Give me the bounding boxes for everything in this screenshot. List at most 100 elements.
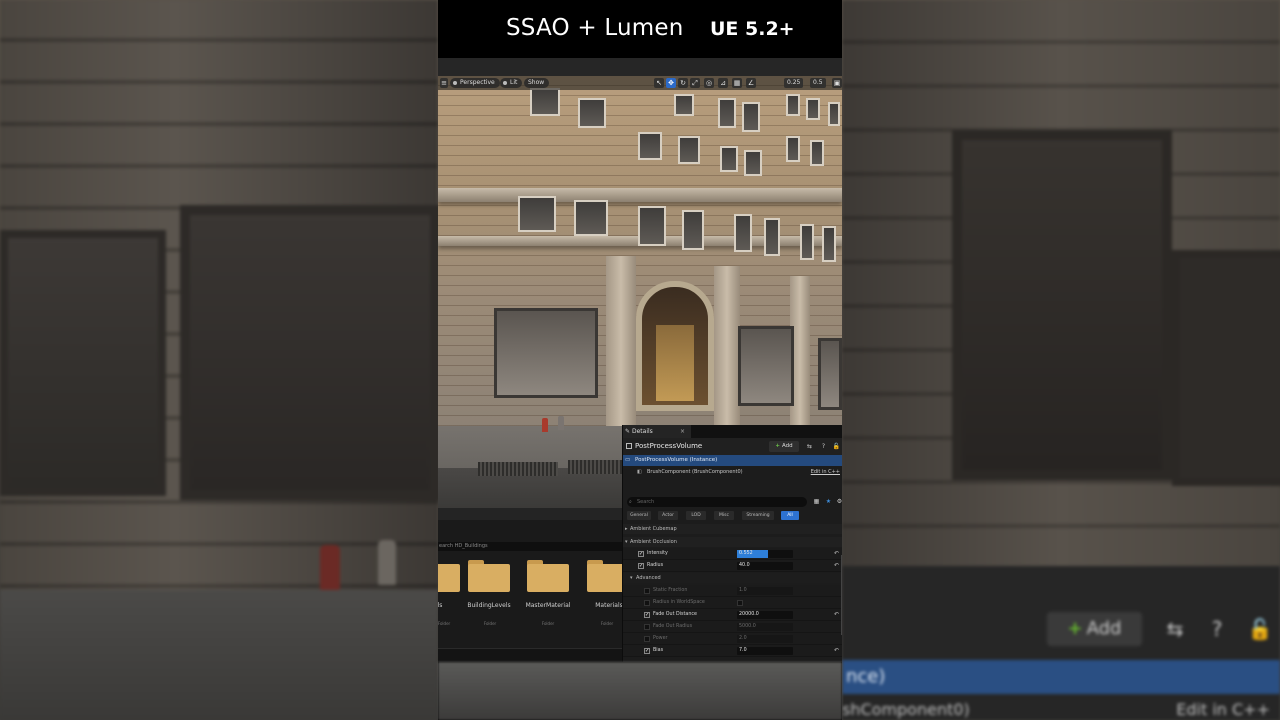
folder-icon[interactable] — [527, 560, 569, 594]
window — [764, 218, 780, 256]
translate-tool-icon[interactable]: ✥ — [666, 78, 676, 88]
instance-row[interactable]: ▭ PostProcessVolume (Instance) — [623, 455, 842, 466]
power-checkbox[interactable] — [644, 636, 650, 642]
fade-out-distance-checkbox[interactable]: ✓ — [644, 612, 650, 618]
tab-details[interactable]: ✎ Details × — [623, 425, 691, 438]
radius-field[interactable]: 40.0 — [737, 562, 793, 570]
intensity-override-checkbox[interactable]: ✓ — [638, 551, 644, 557]
details-scrollbar[interactable] — [841, 555, 842, 635]
fade-out-radius-field[interactable]: 5000.0 — [737, 623, 793, 631]
radius-worldspace-override-checkbox[interactable] — [644, 600, 650, 606]
world-local-icon[interactable]: ◎ — [704, 78, 714, 88]
bias-checkbox[interactable]: ✓ — [644, 648, 650, 654]
reset-arrow-icon[interactable]: ↶ — [834, 560, 839, 572]
window — [806, 98, 820, 120]
blurred-window — [1172, 250, 1280, 486]
property-fade-out-radius: Fade Out Radius 5000.0 — [623, 621, 842, 633]
filter-general[interactable]: General — [627, 511, 651, 520]
category-ambient-cubemap[interactable]: ▸ Ambient Cubemap — [623, 524, 842, 534]
radius-worldspace-checkbox[interactable] — [737, 600, 743, 606]
lock-icon[interactable]: 🔓 — [832, 441, 841, 452]
static-fraction-field[interactable]: 1.0 — [737, 587, 793, 595]
sidewalk-grate — [568, 460, 628, 474]
overlay-version: UE 5.2+ — [710, 18, 795, 40]
filter-streaming[interactable]: Streaming — [742, 511, 774, 520]
category-ambient-occlusion[interactable]: ▾ Ambient Occlusion — [623, 537, 842, 547]
chevron-down-icon: ▾ — [630, 575, 633, 581]
grid-snap-icon[interactable]: ▦ — [732, 78, 742, 88]
show-button[interactable]: Show — [524, 78, 550, 88]
sidewalk-grate — [478, 462, 558, 476]
window — [638, 206, 666, 246]
folder-type: Folder — [483, 621, 497, 626]
power-field[interactable]: 2.0 — [737, 635, 793, 643]
component-row[interactable]: ◧ BrushComponent (BrushComponent0) Edit … — [623, 467, 842, 477]
details-panel: ✎ Details × PostProcessVolume + Add ⇆ ? … — [622, 425, 842, 662]
perspective-icon — [453, 81, 457, 85]
reset-arrow-icon[interactable]: ↶ — [834, 548, 839, 560]
window — [638, 132, 662, 160]
folder-name: MasterMaterial — [525, 602, 571, 609]
stone-pillar — [606, 256, 636, 426]
filter-actor[interactable]: Actor — [658, 511, 678, 520]
settings-gear-icon[interactable]: ⚙ — [835, 497, 842, 507]
fade-out-radius-checkbox[interactable] — [644, 624, 650, 630]
blurred-left-scene — [0, 0, 440, 720]
camera-speed-icon[interactable]: ▣ — [832, 78, 842, 88]
static-fraction-checkbox[interactable] — [644, 588, 650, 594]
actor-name[interactable]: PostProcessVolume — [635, 438, 702, 455]
lit-button[interactable]: Lit — [500, 78, 523, 88]
scale-tool-icon[interactable]: ⤢ — [690, 78, 700, 88]
intensity-field[interactable]: 0.552 — [737, 550, 793, 558]
entrance-arch — [636, 281, 714, 411]
viewport-options-icon[interactable]: ≡ — [440, 78, 448, 88]
details-header: PostProcessVolume + Add ⇆ ? 🔓 — [623, 438, 842, 455]
window — [674, 94, 694, 116]
rotation-snap-icon[interactable]: ∠ — [746, 78, 756, 88]
add-component-button[interactable]: + Add — [769, 441, 799, 452]
blurred-hydrant — [320, 545, 340, 590]
folder-icon[interactable] — [438, 560, 460, 594]
filter-misc[interactable]: Misc — [714, 511, 734, 520]
fire-hydrant — [542, 418, 548, 432]
favorites-star-icon[interactable]: ★ — [824, 497, 833, 507]
help-icon[interactable]: ? — [819, 441, 828, 452]
blurred-instance-row: nce) — [842, 660, 1280, 694]
folder-type: Folder — [541, 621, 555, 626]
select-tool-icon[interactable]: ↖ — [654, 78, 664, 88]
window — [720, 146, 738, 172]
close-icon[interactable]: × — [680, 425, 685, 438]
blueprint-icon[interactable]: ⇆ — [805, 441, 814, 452]
window — [800, 224, 814, 260]
edit-in-cpp-link[interactable]: Edit in C++ — [811, 467, 840, 477]
details-search-row: ⌕ Search ▦ ★ ⚙ — [623, 497, 842, 507]
content-search-input[interactable]: earch HD_Buildings — [438, 542, 622, 551]
surface-snap-icon[interactable]: ⊿ — [718, 78, 728, 88]
perspective-button[interactable]: Perspective — [450, 78, 500, 88]
property-static-fraction: Static Fraction 1.0 — [623, 585, 842, 597]
view-options-icon[interactable]: ▦ — [812, 497, 821, 507]
category-advanced[interactable]: ▾ Advanced — [623, 573, 842, 583]
rotate-tool-icon[interactable]: ↻ — [678, 78, 688, 88]
rotation-snap-value[interactable]: 0.5 — [810, 78, 826, 88]
blurred-window — [952, 130, 1172, 480]
window — [742, 102, 760, 132]
content-browser-toolbar — [438, 508, 622, 520]
window — [574, 200, 608, 236]
actor-icon — [626, 443, 632, 449]
reset-arrow-icon[interactable]: ↶ — [834, 645, 839, 657]
fade-out-distance-field[interactable]: 20000.0 — [737, 611, 793, 619]
viewport-toolbar: ≡ Perspective Lit Show ↖ ✥ ↻ ⤢ ◎ ⊿ ▦ ∠ 0… — [438, 76, 842, 90]
property-radius: ✓ Radius 40.0 ↶ — [623, 560, 842, 572]
filter-all[interactable]: All — [781, 511, 799, 520]
folder-icon[interactable] — [468, 560, 510, 594]
scale-snap-value[interactable]: 0.25 — [784, 78, 804, 88]
filter-lod[interactable]: LOD — [686, 511, 706, 520]
bias-field[interactable]: 7.0 — [737, 647, 793, 655]
reset-arrow-icon[interactable]: ↶ — [834, 609, 839, 621]
blurred-hydrant — [378, 540, 396, 585]
blurred-window — [180, 205, 440, 500]
property-fade-out-distance: ✓ Fade Out Distance 20000.0 ↶ — [623, 609, 842, 621]
radius-override-checkbox[interactable]: ✓ — [638, 563, 644, 569]
details-search-input[interactable]: ⌕ Search — [627, 497, 807, 507]
